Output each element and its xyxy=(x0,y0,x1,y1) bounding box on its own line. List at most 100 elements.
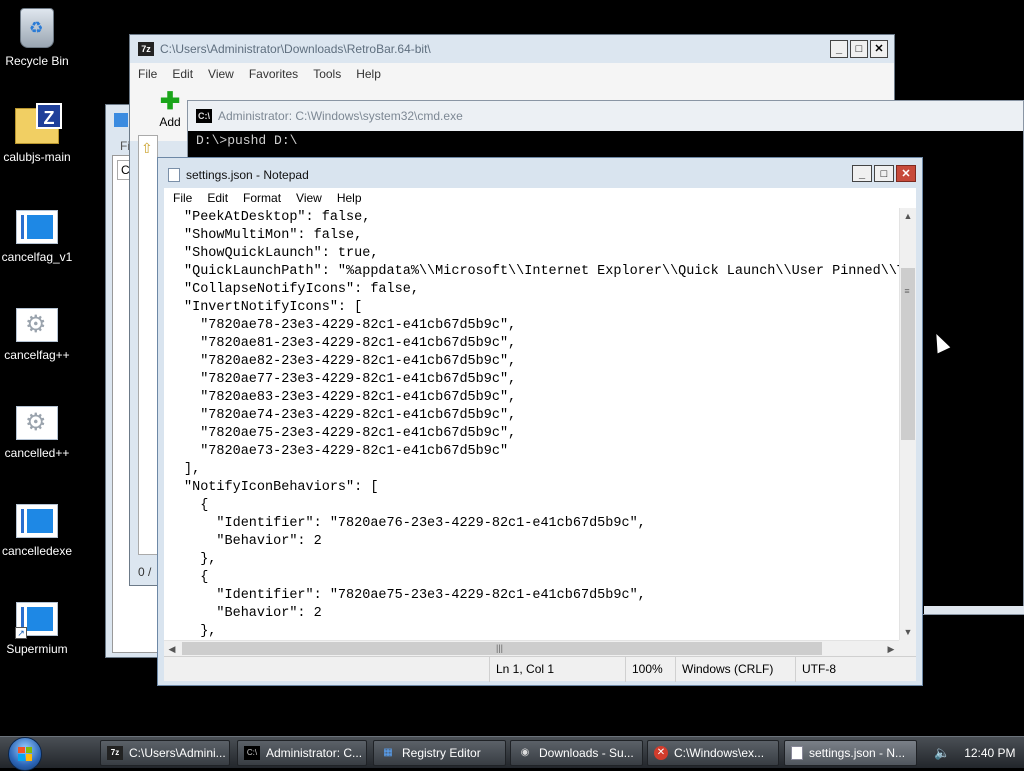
taskbar-button-explorer-error[interactable]: ✕ C:\Windows\ex... xyxy=(647,740,779,766)
cmd-line: D:\>pushd D:\ xyxy=(196,133,298,148)
taskbar-button-cmd[interactable]: C:\ Administrator: C... xyxy=(237,740,367,766)
cmd-console[interactable]: D:\>pushd D:\ xyxy=(188,131,1023,150)
horizontal-scrollbar[interactable]: ◀ ||| ▶ xyxy=(164,640,899,656)
7zip-status: 0 / xyxy=(138,565,152,579)
desktop-icon-cancelfag-v1[interactable]: cancelfag_v1 xyxy=(0,206,74,264)
desktop-icon-label: cancelfag++ xyxy=(4,348,70,362)
browser-icon: ◉ xyxy=(520,747,530,758)
menu-help[interactable]: Help xyxy=(356,67,381,81)
desktop-icon-label: Recycle Bin xyxy=(5,54,69,68)
zip-folder-icon: Z xyxy=(15,103,62,144)
taskbar-button-label: C:\Windows\ex... xyxy=(674,746,765,760)
notepad-menubar: File Edit Format View Help xyxy=(164,188,916,208)
notepad-statusbar: Ln 1, Col 1 100% Windows (CRLF) UTF-8 xyxy=(164,656,916,682)
scroll-right-arrow-icon[interactable]: ▶ xyxy=(883,641,899,656)
close-button[interactable]: ✕ xyxy=(870,40,888,58)
scroll-grip-icon: ≡ xyxy=(904,286,910,296)
menu-edit[interactable]: Edit xyxy=(207,191,228,205)
maximize-button[interactable]: □ xyxy=(850,40,868,58)
desktop-icon-cancelfag-pp[interactable]: ⚙ cancelfag++ xyxy=(0,304,74,362)
notepad-icon xyxy=(168,168,180,182)
scroll-left-arrow-icon[interactable]: ◀ xyxy=(164,641,180,656)
menu-file[interactable]: File xyxy=(138,67,157,81)
cmd-title: Administrator: C:\Windows\system32\cmd.e… xyxy=(218,109,463,123)
menu-favorites[interactable]: Favorites xyxy=(249,67,298,81)
taskbar-button-label: Registry Editor xyxy=(402,746,481,760)
vertical-scrollbar[interactable]: ▲ ≡ ▼ xyxy=(899,208,916,640)
status-encoding: UTF-8 xyxy=(795,656,905,682)
text-editor[interactable]: "PeekAtDesktop": false, "ShowMultiMon": … xyxy=(164,208,916,656)
taskbar-button-notepad[interactable]: settings.json - N... xyxy=(784,740,917,766)
gear-icon: ⚙ xyxy=(16,406,58,440)
menu-edit[interactable]: Edit xyxy=(172,67,193,81)
notepad-title: settings.json - Notepad xyxy=(186,168,309,182)
taskbar-button-label: C:\Users\Admini... xyxy=(129,746,226,760)
taskbar-button-label: Administrator: C... xyxy=(266,746,363,760)
taskbar-button-label: Downloads - Su... xyxy=(539,746,634,760)
menu-help[interactable]: Help xyxy=(337,191,362,205)
maximize-button[interactable]: □ xyxy=(874,164,894,182)
error-icon: ✕ xyxy=(654,746,668,760)
volume-icon[interactable]: 🔈 xyxy=(934,745,950,761)
cmd-icon: C:\ xyxy=(196,109,212,123)
7zip-menubar: File Edit View Favorites Tools Help xyxy=(130,63,894,85)
shortcut-arrow-icon: ↗ xyxy=(15,627,27,639)
notepad-icon xyxy=(791,746,803,760)
scroll-grip-icon: ||| xyxy=(496,643,504,653)
7zip-icon: 7z xyxy=(138,42,154,56)
clock[interactable]: 12:40 PM xyxy=(964,746,1015,760)
cmd-scrollbar-edge xyxy=(924,606,1024,614)
desktop-icon-label: Supermium xyxy=(6,642,68,656)
desktop-icon-label: cancelfag_v1 xyxy=(1,250,73,264)
7zip-title: C:\Users\Administrator\Downloads\RetroBa… xyxy=(160,42,431,56)
status-position: Ln 1, Col 1 xyxy=(489,656,625,682)
desktop-icon-calubjs-main[interactable]: Z calubjs-main xyxy=(0,103,74,164)
minimize-button[interactable]: _ xyxy=(852,164,872,182)
desktop: Recycle Bin Z calubjs-main cancelfag_v1 … xyxy=(0,0,1024,736)
scrollbar-corner xyxy=(899,640,916,656)
notepad-titlebar[interactable]: settings.json - Notepad _ □ ✕ xyxy=(158,158,922,192)
7zip-titlebar[interactable]: 7z C:\Users\Administrator\Downloads\Retr… xyxy=(130,35,894,63)
menu-tools[interactable]: Tools xyxy=(313,67,341,81)
add-label: Add xyxy=(159,115,181,129)
menu-file[interactable]: File xyxy=(173,191,192,205)
desktop-icon-supermium[interactable]: ↗ Supermium xyxy=(0,598,74,656)
up-folder-icon[interactable]: ⇧ xyxy=(141,140,153,157)
desktop-icon-label: cancelled++ xyxy=(4,446,70,460)
status-zoom: 100% xyxy=(625,656,675,682)
scroll-up-arrow-icon[interactable]: ▲ xyxy=(900,208,916,224)
application-icon xyxy=(16,504,58,538)
application-icon: ↗ xyxy=(15,602,58,639)
desktop-icon-cancelledexe[interactable]: cancelledexe xyxy=(0,500,74,558)
editor-text[interactable]: "PeekAtDesktop": false, "ShowMultiMon": … xyxy=(184,209,905,641)
file-list-pane[interactable]: ⇧ xyxy=(138,135,158,555)
registry-icon xyxy=(114,113,128,127)
notepad-window[interactable]: settings.json - Notepad _ □ ✕ File Edit … xyxy=(157,157,923,686)
desktop-icon-label: calubjs-main xyxy=(3,150,71,164)
status-line-ending: Windows (CRLF) xyxy=(675,656,795,682)
menu-view[interactable]: View xyxy=(296,191,322,205)
minimize-button[interactable]: _ xyxy=(830,40,848,58)
taskbar-button-downloads[interactable]: ◉ Downloads - Su... xyxy=(510,740,643,766)
windows-flag-icon xyxy=(18,746,32,761)
cmd-titlebar[interactable]: C:\ Administrator: C:\Windows\system32\c… xyxy=(188,101,1023,131)
menu-format[interactable]: Format xyxy=(243,191,281,205)
registry-icon: ▦ xyxy=(383,747,393,758)
desktop-icon-cancelled-pp[interactable]: ⚙ cancelled++ xyxy=(0,402,74,460)
cmd-icon: C:\ xyxy=(244,746,260,760)
desktop-icon-label: cancelledexe xyxy=(1,544,73,558)
system-tray: 🔈 12:40 PM xyxy=(922,740,1024,766)
scroll-down-arrow-icon[interactable]: ▼ xyxy=(900,624,916,640)
recycle-bin-icon xyxy=(20,8,54,48)
menu-view[interactable]: View xyxy=(208,67,234,81)
taskbar-button-7zip[interactable]: 7z C:\Users\Admini... xyxy=(100,740,230,766)
gear-icon: ⚙ xyxy=(16,308,58,342)
close-button[interactable]: ✕ xyxy=(896,164,916,182)
status-spacer xyxy=(164,657,489,682)
taskbar-button-registry[interactable]: ▦ Registry Editor xyxy=(373,740,506,766)
application-icon xyxy=(16,210,58,244)
7zip-icon: 7z xyxy=(107,746,123,760)
desktop-icon-recycle-bin[interactable]: Recycle Bin xyxy=(0,8,74,68)
start-button[interactable] xyxy=(8,736,48,771)
taskbar-button-label: settings.json - N... xyxy=(809,746,906,760)
